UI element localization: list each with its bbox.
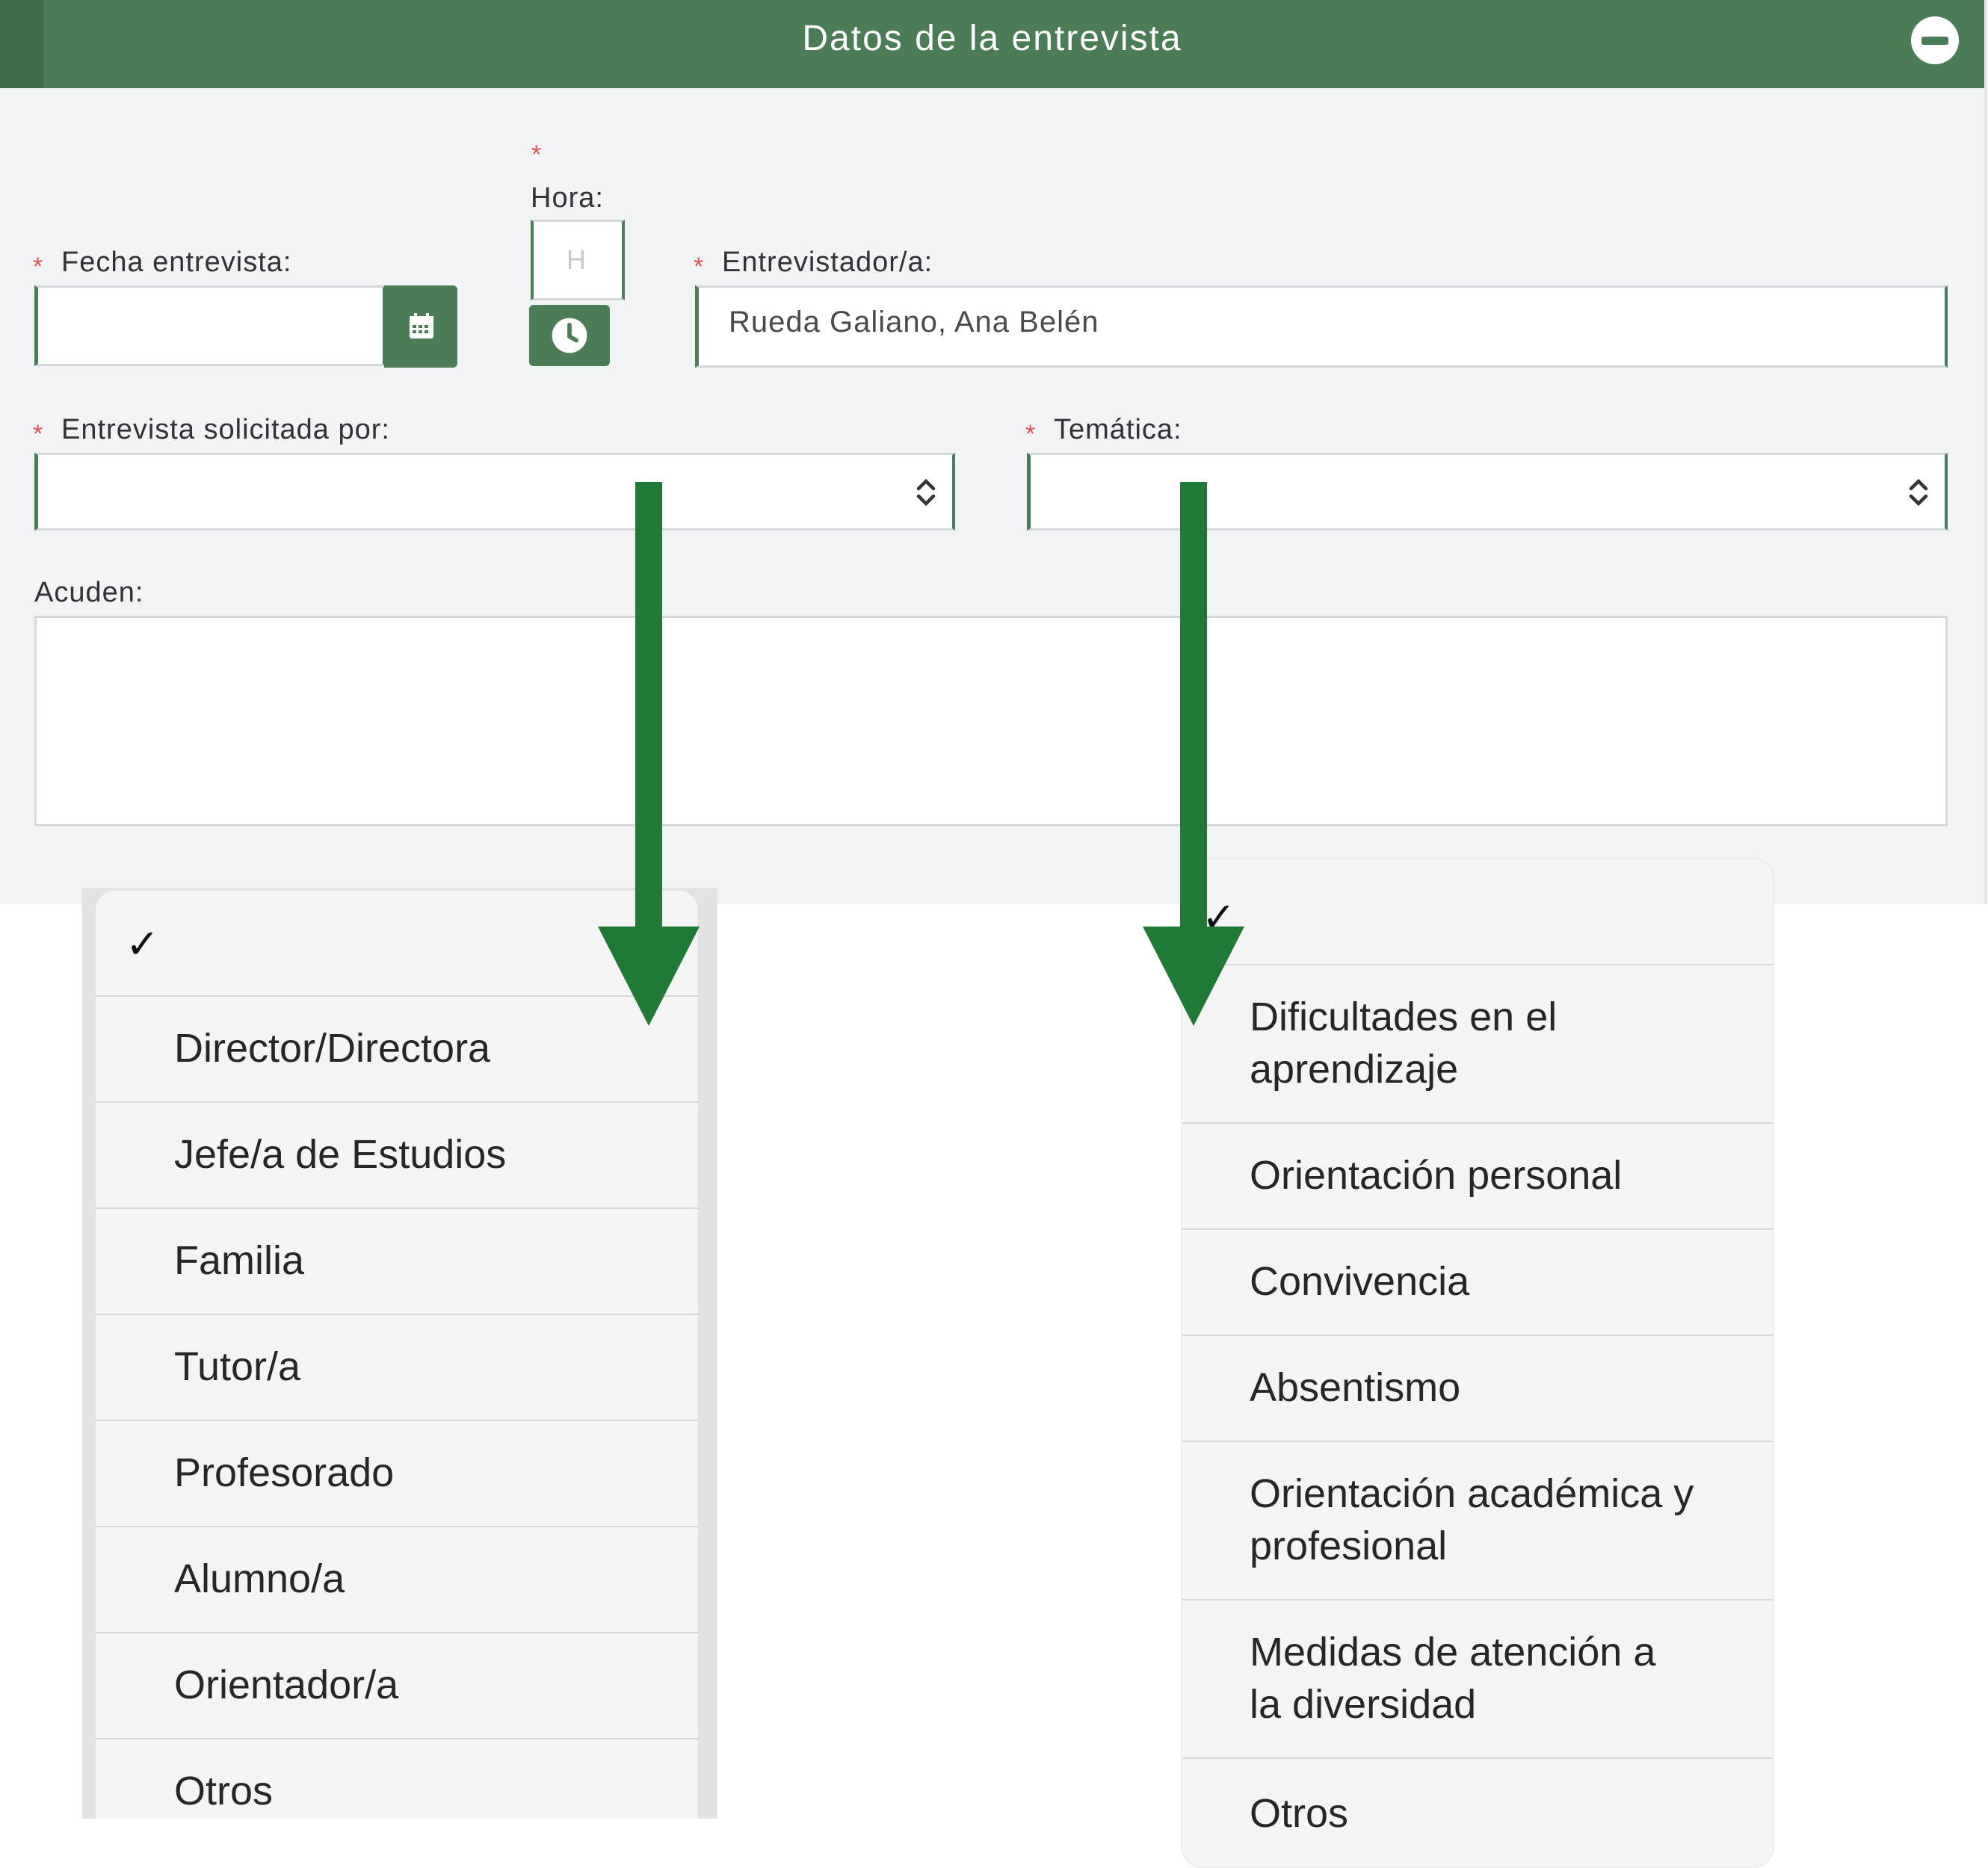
clock-button[interactable] bbox=[529, 305, 610, 366]
menu-item-atencion-diversidad[interactable]: Medidas de atención a la diversidad bbox=[1182, 1601, 1773, 1759]
acuden-label: Acuden: bbox=[34, 577, 144, 608]
menu-item-alumno[interactable]: Alumno/a bbox=[96, 1527, 698, 1633]
menu-item-label: Alumno/a bbox=[174, 1556, 345, 1601]
required-mark: * bbox=[531, 140, 542, 169]
menu-item-absentismo[interactable]: Absentismo bbox=[1182, 1336, 1773, 1442]
panel-title: Datos de la entrevista bbox=[802, 19, 1182, 58]
solicitada-label: Entrevista solicitada por: bbox=[61, 414, 390, 445]
tematica-menu: ✓ Dificultades en el aprendizaje Orienta… bbox=[1182, 859, 1773, 1867]
hora-label: Hora: bbox=[531, 182, 604, 214]
menu-item-label: Familia bbox=[174, 1238, 305, 1283]
tematica-label: Temática: bbox=[1054, 414, 1182, 445]
fecha-label: Fecha entrevista: bbox=[61, 247, 292, 278]
annotation-arrow-right bbox=[1143, 482, 1244, 1026]
checkmark-icon: ✓ bbox=[126, 922, 160, 967]
menu-item-tutor[interactable]: Tutor/a bbox=[96, 1315, 698, 1421]
menu-item-orientador[interactable]: Orientador/a bbox=[96, 1633, 698, 1739]
menu-item-familia[interactable]: Familia bbox=[96, 1209, 698, 1315]
menu-item-label-line2: profesional bbox=[1250, 1524, 1448, 1568]
menu-item-jefe-estudios[interactable]: Jefe/a de Estudios bbox=[96, 1103, 698, 1209]
required-mark: * bbox=[33, 253, 43, 281]
fecha-input[interactable] bbox=[34, 285, 386, 366]
required-mark: * bbox=[1025, 420, 1036, 448]
hora-input[interactable]: H bbox=[531, 220, 625, 300]
menu-item-otros[interactable]: Otros bbox=[96, 1739, 698, 1819]
calendar-icon bbox=[410, 313, 433, 338]
menu-item-label: Orientación académica y bbox=[1250, 1471, 1694, 1516]
menu-item-profesorado[interactable]: Profesorado bbox=[96, 1421, 698, 1527]
menu-item-label: Otros bbox=[174, 1769, 274, 1813]
solicitada-menu: ✓ Director/Directora Jefe/a de Estudios … bbox=[96, 891, 698, 1819]
menu-item-label: Profesorado bbox=[174, 1450, 395, 1495]
menu-item-label-line2: la diversidad bbox=[1250, 1682, 1477, 1727]
menu-item-label: Orientador/a bbox=[174, 1663, 399, 1707]
menu-item-label: Convivencia bbox=[1250, 1259, 1470, 1304]
menu-item-label: Medidas de atención a bbox=[1250, 1630, 1656, 1674]
annotation-arrow-left bbox=[598, 482, 700, 1026]
chevron-updown-icon bbox=[1909, 478, 1928, 507]
entrevistador-input[interactable]: Rueda Galiano, Ana Belén bbox=[695, 285, 1948, 368]
hora-placeholder: H bbox=[567, 244, 586, 275]
menu-item-label: Jefe/a de Estudios bbox=[174, 1132, 507, 1177]
menu-item-blank[interactable]: ✓ bbox=[1182, 859, 1773, 965]
menu-item-orientacion-academica[interactable]: Orientación académica y profesional bbox=[1182, 1442, 1773, 1601]
acuden-textarea[interactable] bbox=[34, 616, 1948, 826]
chevron-updown-icon bbox=[916, 478, 936, 507]
solicitada-select[interactable] bbox=[34, 453, 955, 531]
collapse-icon[interactable] bbox=[1911, 16, 1959, 64]
entrevistador-value: Rueda Galiano, Ana Belén bbox=[729, 306, 1099, 338]
required-mark: * bbox=[694, 253, 704, 281]
menu-item-convivencia[interactable]: Convivencia bbox=[1182, 1230, 1773, 1336]
interview-panel: Datos de la entrevista * Fecha entrevist… bbox=[0, 0, 1987, 904]
calendar-button[interactable] bbox=[384, 285, 457, 368]
menu-item-label: Orientación personal bbox=[1250, 1153, 1623, 1198]
menu-item-label-line2: aprendizaje bbox=[1250, 1047, 1459, 1092]
menu-item-label: Absentismo bbox=[1250, 1365, 1461, 1410]
menu-item-label: Dificultades en el bbox=[1250, 995, 1558, 1039]
panel-header: Datos de la entrevista bbox=[0, 0, 1984, 88]
clock-icon bbox=[552, 318, 587, 353]
required-mark: * bbox=[33, 420, 43, 448]
menu-item-orientacion-personal[interactable]: Orientación personal bbox=[1182, 1124, 1773, 1230]
menu-item-label: Tutor/a bbox=[174, 1344, 301, 1389]
menu-item-label: Otros bbox=[1250, 1791, 1349, 1836]
entrevistador-label: Entrevistador/a: bbox=[722, 247, 933, 278]
menu-item-dificultades[interactable]: Dificultades en el aprendizaje bbox=[1182, 965, 1773, 1124]
menu-item-otros[interactable]: Otros bbox=[1182, 1759, 1773, 1867]
menu-item-label: Director/Directora bbox=[174, 1026, 491, 1071]
